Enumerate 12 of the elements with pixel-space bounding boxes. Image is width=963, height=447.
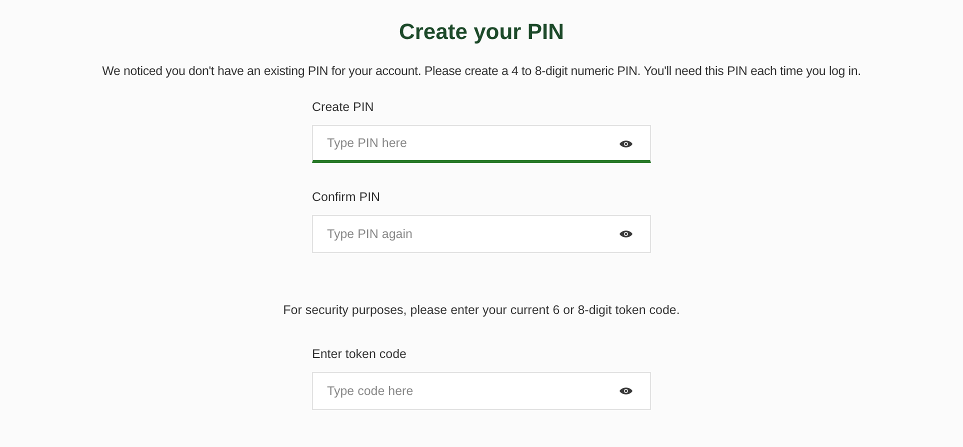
- eye-icon[interactable]: [619, 138, 633, 149]
- page-title: Create your PIN: [398, 18, 564, 46]
- input-field[interactable]: Type PIN again: [312, 214, 651, 253]
- input-field[interactable]: Type PIN here: [312, 124, 651, 163]
- field-label: Confirm PIN: [312, 188, 382, 205]
- field-label: Enter token code: [312, 346, 408, 362]
- security-note: For security purposes, please enter your current 6 or 8-digit token code.: [283, 302, 680, 319]
- intro-text: We noticed you don't have an existing PIN for your account. Please create a 4 to 8-digit numeric PIN. You'll need this PIN each time you log in.: [102, 63, 861, 80]
- field-label: Create PIN: [312, 98, 375, 115]
- eye-icon[interactable]: [619, 228, 633, 239]
- eye-icon[interactable]: [619, 386, 633, 396]
- input-field[interactable]: Type code here: [312, 372, 651, 410]
